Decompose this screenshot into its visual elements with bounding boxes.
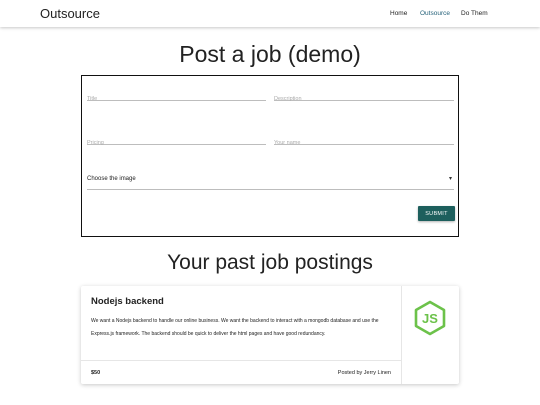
svg-text:JS: JS [422,311,438,326]
job-card: Nodejs backend We want a Nodejs backend … [81,286,459,384]
image-select-value: Choose the image [87,176,136,182]
job-card-description: We want a Nodejs backend to handle our o… [91,318,379,337]
past-postings-heading: Your past job postings [167,251,373,274]
job-card-posted-by: Posted by Jerry Linen [337,370,391,376]
description-input[interactable] [274,96,454,102]
pricing-input[interactable] [87,140,266,146]
title-field[interactable] [87,87,266,102]
title-input[interactable] [87,96,266,102]
description-field[interactable] [274,87,454,102]
nav-link-outsource[interactable]: Outsource [420,10,450,17]
your-name-input[interactable] [274,140,454,146]
job-card-price: $50 [91,370,101,376]
nav-link-home[interactable]: Home [390,10,407,17]
your-name-field[interactable] [274,131,454,146]
pricing-field[interactable] [87,131,266,146]
job-card-title: Nodejs backend [91,296,164,307]
nav-link-do-them[interactable]: Do Them [461,10,488,17]
top-navbar: Outsource Home Outsource Do Them [0,0,540,27]
nodejs-logo-icon: JS [414,300,446,336]
submit-button[interactable]: SUBMIT [418,206,455,221]
brand-logo-text[interactable]: Outsource [40,6,100,21]
post-job-form: Choose the image ▾ SUBMIT [81,75,459,237]
image-select[interactable]: Choose the image ▾ [87,175,454,190]
job-card-footer: $50 Posted by Jerry Linen [81,360,401,384]
post-job-heading: Post a job (demo) [179,41,361,67]
caret-down-icon: ▾ [448,176,452,182]
card-divider [401,286,402,384]
